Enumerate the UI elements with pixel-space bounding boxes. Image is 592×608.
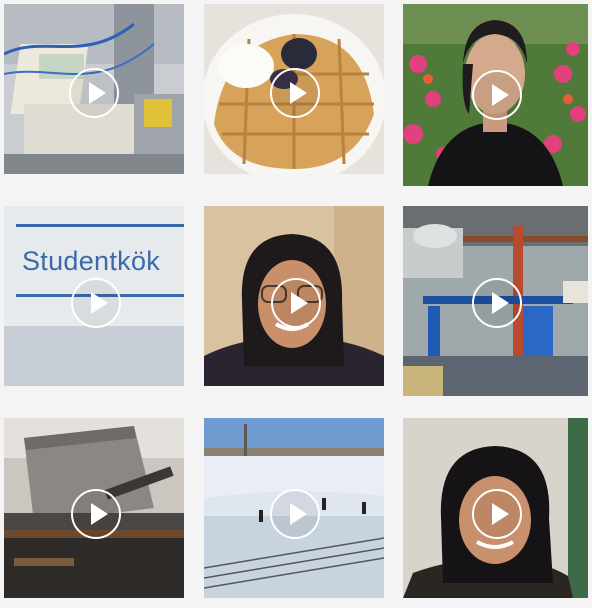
play-icon[interactable]: [71, 278, 121, 328]
play-icon[interactable]: [71, 489, 121, 539]
play-icon[interactable]: [270, 68, 320, 118]
play-icon[interactable]: [271, 278, 321, 328]
play-icon[interactable]: [472, 278, 522, 328]
video-thumbnail-industrial-lab[interactable]: [403, 206, 588, 396]
video-thumbnail-waffles[interactable]: [204, 4, 384, 174]
play-icon[interactable]: [472, 489, 522, 539]
video-thumbnail-studentkok-sign[interactable]: Studentkök: [4, 206, 184, 386]
video-thumbnail-lab-machine[interactable]: [4, 4, 184, 174]
play-icon[interactable]: [69, 68, 119, 118]
video-thumbnail-woman-glasses[interactable]: [204, 206, 384, 386]
video-thumbnail-woman-smiling[interactable]: [403, 418, 588, 598]
video-thumbnail-conveyor-machine[interactable]: [4, 418, 184, 598]
play-icon[interactable]: [270, 489, 320, 539]
video-thumbnail-woman-flowers[interactable]: [403, 4, 588, 186]
play-icon[interactable]: [472, 70, 522, 120]
video-thumbnail-ice-skating[interactable]: [204, 418, 384, 598]
sign-text: Studentkök: [22, 246, 161, 276]
